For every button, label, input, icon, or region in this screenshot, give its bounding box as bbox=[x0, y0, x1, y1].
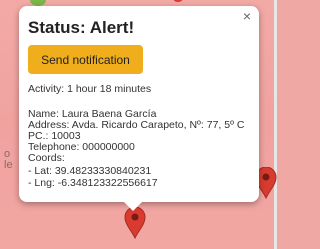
longitude-text: - Lng: -6.348123322556617 bbox=[28, 177, 158, 189]
map-label-line2: le bbox=[4, 159, 13, 171]
map-pin-icon[interactable] bbox=[124, 207, 146, 239]
map-edge bbox=[274, 0, 277, 249]
close-icon[interactable]: × bbox=[243, 9, 251, 23]
map-label: o le bbox=[4, 149, 13, 171]
latitude-text: - Lat: 39.48233330840231 bbox=[28, 165, 152, 177]
info-window-tail bbox=[123, 201, 143, 211]
status-title: Status: Alert! bbox=[28, 18, 135, 37]
coords-label: Coords: bbox=[28, 152, 65, 164]
info-window: × Status: Alert! Send notification Activ… bbox=[19, 6, 259, 202]
send-notification-button[interactable]: Send notification bbox=[28, 45, 143, 74]
activity-text: Activity: 1 hour 18 minutes bbox=[28, 83, 152, 95]
